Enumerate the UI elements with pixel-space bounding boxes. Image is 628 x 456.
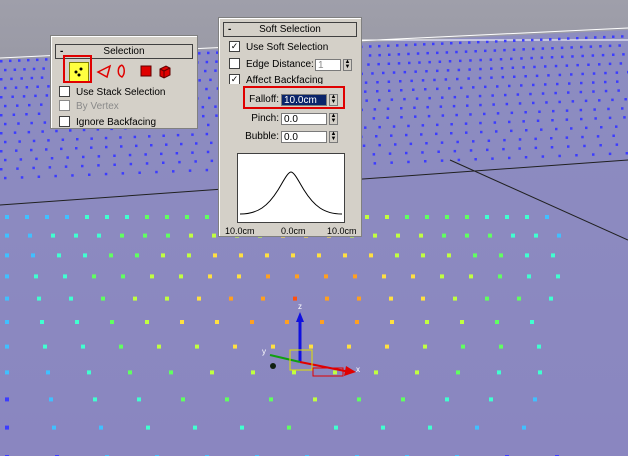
gizmo-x-label: x [356,365,360,374]
affect-backfacing-label: Affect Backfacing [246,75,324,84]
soft-selection-rollout-header[interactable]: - Soft Selection [223,22,357,37]
falloff-curve [239,171,343,215]
soft-selection-title: Soft Selection [259,24,321,35]
pinch-spinner[interactable]: ▲ ▼ [329,113,338,125]
by-vertex-row[interactable]: By Vertex [59,99,119,114]
soft-selection-rollout: - Soft Selection ✓ Use Soft Selection Edg… [218,17,362,237]
curve-label-right: 10.0cm [327,226,357,236]
bubble-field[interactable]: 0.0 [281,131,327,143]
ignore-backfacing-label: Ignore Backfacing [76,117,157,127]
falloff-curve-graph [237,153,345,223]
use-stack-selection-row[interactable]: Use Stack Selection [59,85,166,100]
ignore-backfacing-checkbox[interactable] [59,116,70,127]
edge-distance-spinner[interactable]: ▲ ▼ [343,59,352,71]
edge-distance-row[interactable]: Edge Distance: [229,57,314,72]
by-vertex-label: By Vertex [76,101,119,112]
border-icon[interactable] [113,62,131,80]
use-stack-selection-label: Use Stack Selection [76,87,166,98]
use-soft-selection-row[interactable]: ✓ Use Soft Selection [229,40,329,55]
polygon-icon[interactable] [137,62,155,80]
bubble-label: Bubble: [245,131,279,142]
collapse-toggle[interactable]: - [228,23,231,36]
bubble-spinner[interactable]: ▲ ▼ [329,131,338,143]
element-icon[interactable] [156,62,174,80]
curve-label-center: 0.0cm [281,226,306,236]
edge-distance-checkbox[interactable] [229,57,240,69]
by-vertex-checkbox[interactable] [59,99,70,111]
pinch-field[interactable]: 0.0 [281,113,327,125]
edge-icon[interactable] [95,62,113,80]
pinch-label: Pinch: [251,113,279,124]
falloff-highlight-box [243,86,345,109]
affect-backfacing-row[interactable]: ✓ Affect Backfacing [229,74,323,84]
use-soft-selection-checkbox[interactable]: ✓ [229,40,240,52]
affect-backfacing-checkbox[interactable]: ✓ [229,74,240,84]
use-stack-selection-checkbox[interactable] [59,85,70,97]
edge-distance-label: Edge Distance: [246,59,314,70]
ignore-backfacing-row[interactable]: Ignore Backfacing [59,116,156,127]
gizmo-y-label: y [262,347,266,356]
vertex-highlight-box [63,55,92,83]
gizmo-z-label: z [298,302,302,311]
edge-distance-field[interactable]: 1 [315,59,341,71]
curve-label-left: 10.0cm [225,226,255,236]
selection-title: Selection [103,46,145,57]
use-soft-selection-label: Use Soft Selection [246,42,329,53]
